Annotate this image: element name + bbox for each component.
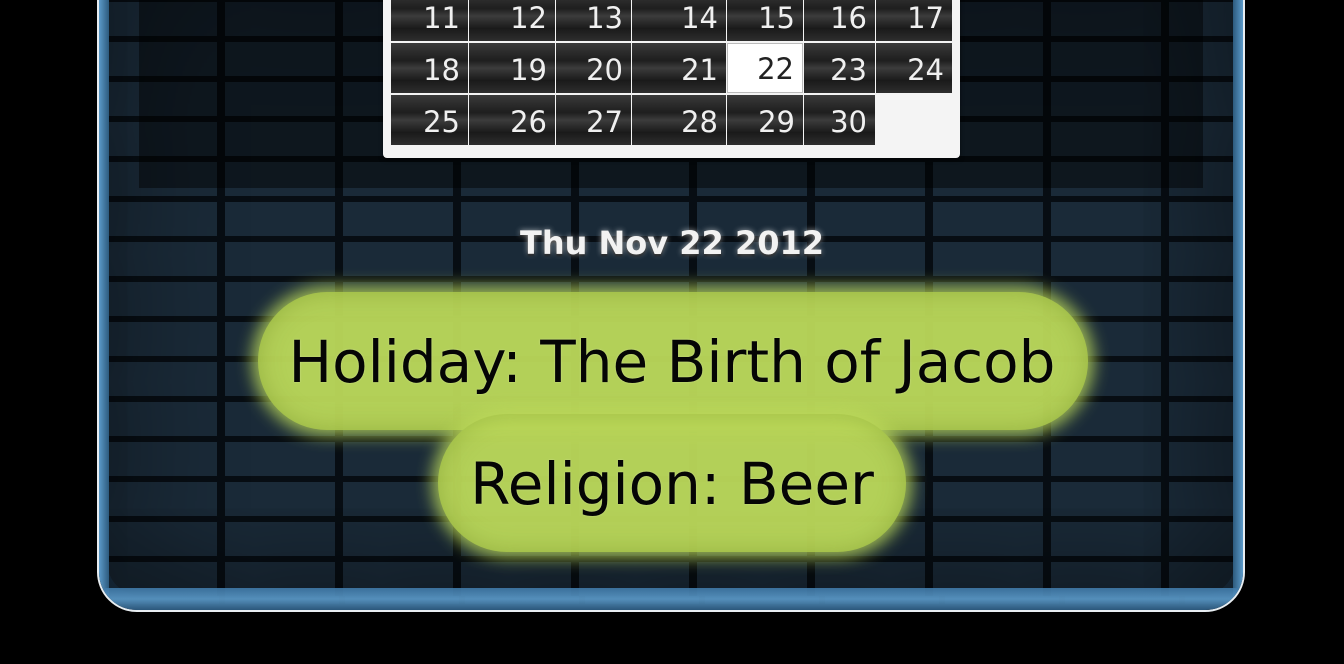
calendar-day[interactable]: 18: [391, 43, 468, 93]
calendar-day[interactable]: 14: [632, 0, 726, 41]
wall-left-edge: [99, 0, 109, 610]
calendar-empty-cell: [876, 95, 952, 145]
calendar-day[interactable]: 24: [876, 43, 952, 93]
calendar-day[interactable]: 13: [556, 0, 631, 41]
calendar-grid: 11 12 13 14 15 16 17 18 19 20 21 22 23 2…: [391, 0, 953, 146]
calendar-day[interactable]: 12: [469, 0, 555, 41]
calendar-day[interactable]: 26: [469, 95, 555, 145]
calendar-day[interactable]: 25: [391, 95, 468, 145]
calendar-day[interactable]: 17: [876, 0, 952, 41]
calendar-day[interactable]: 11: [391, 0, 468, 41]
calendar-day[interactable]: 19: [469, 43, 555, 93]
calendar: 11 12 13 14 15 16 17 18 19 20 21 22 23 2…: [383, 0, 960, 158]
wall-bottom-edge: [99, 588, 1243, 610]
calendar-day-selected[interactable]: 22: [727, 43, 803, 93]
wall-right-edge: [1233, 0, 1243, 610]
calendar-day[interactable]: 28: [632, 95, 726, 145]
calendar-day[interactable]: 27: [556, 95, 631, 145]
calendar-week-row: 18 19 20 21 22 23 24: [391, 42, 953, 94]
religion-label: Religion: Beer: [470, 450, 874, 518]
calendar-day[interactable]: 20: [556, 43, 631, 93]
selected-date-heading: Thu Nov 22 2012: [519, 224, 825, 262]
calendar-day[interactable]: 15: [727, 0, 803, 41]
holiday-label: Holiday: The Birth of Jacob: [288, 328, 1056, 396]
calendar-day[interactable]: 30: [804, 95, 875, 145]
calendar-week-row: 25 26 27 28 29 30: [391, 94, 953, 146]
calendar-week-row: 11 12 13 14 15 16 17: [391, 0, 953, 42]
calendar-day[interactable]: 29: [727, 95, 803, 145]
calendar-day[interactable]: 21: [632, 43, 726, 93]
calendar-day[interactable]: 23: [804, 43, 875, 93]
calendar-day[interactable]: 16: [804, 0, 875, 41]
